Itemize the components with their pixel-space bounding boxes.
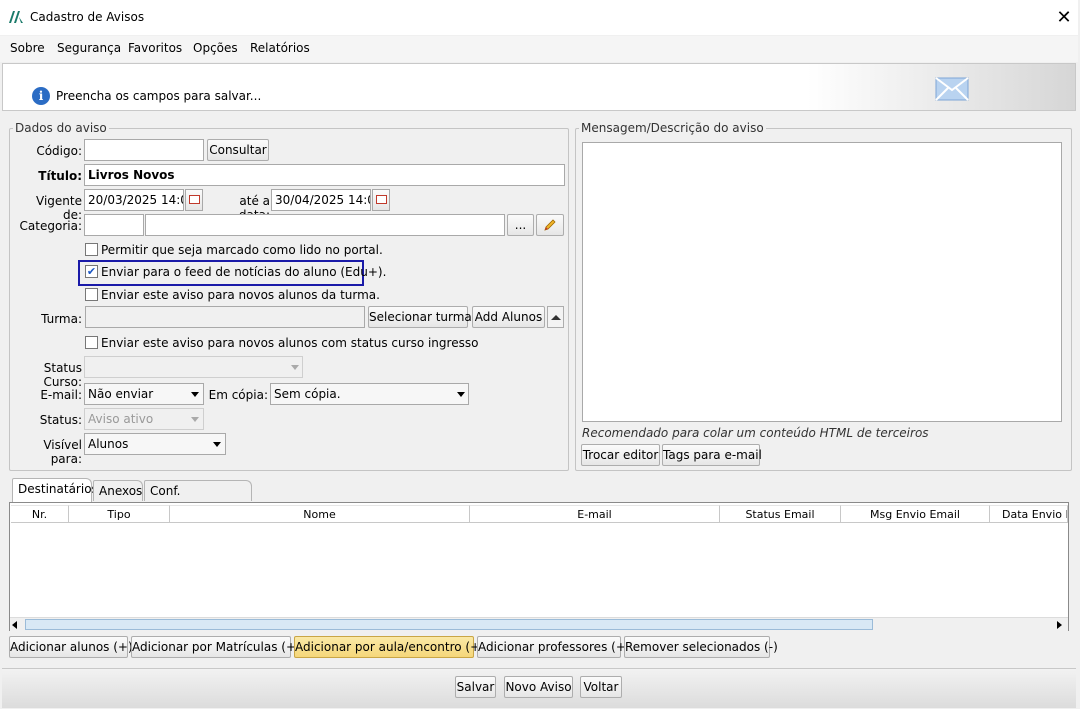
titulo-input[interactable]: Livros Novos (84, 164, 565, 186)
permitir-lido-label: Permitir que seja marcado como lido no p… (101, 243, 383, 257)
categoria-label: Categoria: (19, 219, 82, 233)
chevron-down-icon (191, 417, 199, 422)
email-select[interactable]: Não enviar (84, 383, 204, 405)
visivel-label: Visível para: (43, 438, 82, 466)
column-header-status-email[interactable]: Status Email (720, 505, 841, 523)
mensagem-hint: Recomendado para colar um conteúdo HTML … (582, 426, 929, 440)
status-curso-label: Status Curso: (43, 361, 82, 389)
menu-opcoes[interactable]: Opções (193, 41, 238, 55)
info-icon: i (32, 87, 50, 105)
adicionar-alunos-button[interactable]: Adicionar alunos (+) (9, 636, 133, 658)
chevron-down-icon (291, 365, 299, 370)
scrollbar-thumb[interactable] (25, 619, 873, 630)
novos-turma-label: Enviar este aviso para novos alunos da t… (101, 288, 380, 302)
novos-turma-checkbox[interactable] (85, 288, 98, 301)
app-logo-icon (9, 11, 23, 23)
turma-label: Turma: (41, 312, 82, 326)
ate-input[interactable]: 30/04/2025 14:01 (271, 189, 371, 211)
titulo-label: Título: (38, 169, 82, 183)
turma-input[interactable] (85, 306, 365, 328)
ate-calendar-button[interactable] (372, 189, 390, 211)
enviar-feed-label: Enviar para o feed de notícias do aluno … (101, 265, 387, 279)
calendar-icon (189, 195, 200, 204)
chevron-down-icon (213, 442, 221, 447)
status-select[interactable]: Aviso ativo (84, 408, 204, 430)
mensagem-editor[interactable] (582, 142, 1062, 422)
menu-favoritos[interactable]: Favoritos (128, 41, 182, 55)
status-ingresso-label: Enviar este aviso para novos alunos com … (101, 336, 479, 350)
column-header-nr[interactable]: Nr. (11, 505, 69, 523)
vigente-calendar-button[interactable] (185, 189, 203, 211)
menu-relatorios[interactable]: Relatórios (250, 41, 310, 55)
vigente-label: Vigente de: (36, 194, 82, 222)
chevron-down-icon (457, 392, 465, 397)
salvar-button[interactable]: Salvar (455, 676, 496, 698)
trocar-editor-button[interactable]: Trocar editor (581, 444, 660, 466)
arrow-right-icon[interactable] (1057, 621, 1062, 629)
categoria-desc-input[interactable] (145, 214, 505, 236)
info-bar (2, 63, 1076, 111)
info-message: Preencha os campos para salvar... (56, 89, 262, 103)
visivel-select[interactable]: Alunos (84, 433, 226, 455)
novo-aviso-button[interactable]: Novo Aviso (504, 676, 573, 698)
column-header-data-envio[interactable]: Data Envio Em (990, 505, 1068, 523)
selecionar-turma-button[interactable]: Selecionar turma (368, 306, 472, 328)
tags-email-button[interactable]: Tags para e-mail (662, 444, 762, 466)
consultar-button[interactable]: Consultar (207, 139, 269, 161)
mensagem-legend: Mensagem/Descrição do aviso (579, 121, 766, 135)
chevron-down-icon (191, 392, 199, 397)
column-header-msg-envio[interactable]: Msg Envio Email (841, 505, 990, 523)
calendar-icon (376, 195, 387, 204)
voltar-button[interactable]: Voltar (580, 676, 622, 698)
adicionar-aula-encontro-button[interactable]: Adicionar por aula/encontro (+) (294, 636, 485, 658)
column-header-email[interactable]: E-mail (470, 505, 720, 523)
codigo-input[interactable] (84, 139, 204, 161)
pencil-icon (544, 219, 556, 231)
adicionar-matriculas-button[interactable]: Adicionar por Matrículas (+) (131, 636, 301, 658)
remover-selecionados-button[interactable]: Remover selecionados (-) (624, 636, 778, 658)
vigente-input[interactable]: 20/03/2025 14:01 (84, 189, 184, 211)
email-label: E-mail: (40, 388, 82, 402)
tab-conf-visualizacao[interactable]: Conf. Visualização (144, 480, 252, 518)
em-copia-label: Em cópia: (208, 388, 268, 402)
add-alunos-button[interactable]: Add Alunos (472, 306, 545, 328)
status-curso-select[interactable] (84, 356, 303, 378)
adicionar-professores-button[interactable]: Adicionar professores (+) (477, 636, 631, 658)
triangle-up-icon (551, 315, 561, 320)
categoria-search-button[interactable]: ... (507, 214, 534, 236)
column-header-nome[interactable]: Nome (170, 505, 470, 523)
tab-destinatarios[interactable]: Destinatários (12, 478, 98, 502)
categoria-edit-button[interactable] (536, 214, 564, 236)
em-copia-select[interactable]: Sem cópia. (270, 383, 469, 405)
arrow-left-icon[interactable] (12, 621, 17, 629)
menu-seguranca[interactable]: Segurança (57, 41, 121, 55)
enviar-feed-checkbox[interactable]: ✔ (85, 265, 98, 278)
envelope-icon (935, 77, 969, 101)
close-window-button[interactable]: ✕ (1052, 6, 1076, 30)
tab-anexos[interactable]: Anexos (93, 480, 143, 501)
scroll-up-button[interactable] (547, 306, 564, 328)
horizontal-scrollbar[interactable] (10, 617, 1068, 631)
codigo-label: Código: (36, 144, 82, 158)
categoria-code-input[interactable] (84, 214, 144, 236)
status-ingresso-checkbox[interactable] (85, 336, 98, 349)
window-title: Cadastro de Avisos (30, 10, 145, 24)
permitir-lido-checkbox[interactable] (85, 243, 98, 256)
status-label: Status: (39, 413, 82, 427)
column-header-tipo[interactable]: Tipo (69, 505, 170, 523)
menu-sobre[interactable]: Sobre (10, 41, 45, 55)
title-bar (0, 0, 1078, 36)
dados-legend: Dados do aviso (13, 121, 109, 135)
